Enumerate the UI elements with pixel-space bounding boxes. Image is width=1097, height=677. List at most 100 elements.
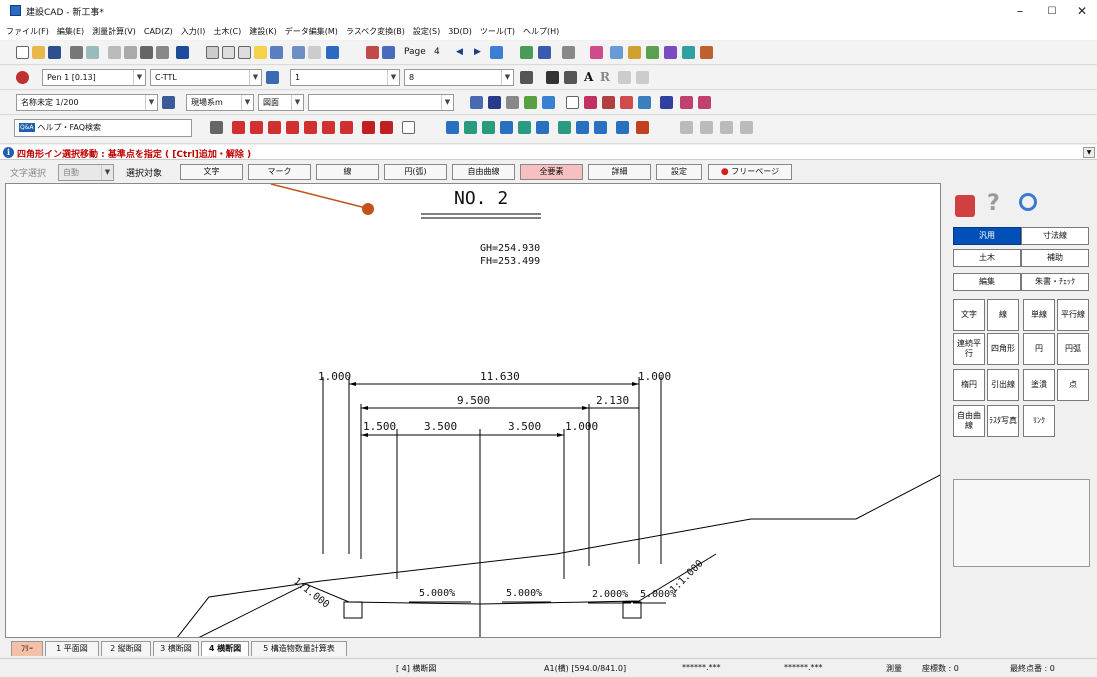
menu-construction[interactable]: 建設(K)	[249, 26, 277, 37]
tool-d-icon[interactable]	[646, 46, 659, 59]
zoom-all-icon[interactable]	[238, 46, 251, 59]
select-mode-dropdown[interactable]: 自動 ▼	[58, 164, 114, 181]
color-icon[interactable]	[16, 71, 29, 84]
mode-k-icon[interactable]	[636, 121, 649, 134]
page-list-icon[interactable]	[490, 46, 503, 59]
coordinate-system-select[interactable]: 現場系m ▼	[186, 94, 254, 111]
blank-select[interactable]: ▼	[308, 94, 454, 111]
tool-free-curve[interactable]: 自由曲線	[953, 405, 985, 437]
sheet-copy-icon[interactable]	[562, 46, 575, 59]
filter-detail-button[interactable]: 詳細	[588, 164, 651, 180]
mode-f-icon[interactable]	[536, 121, 549, 134]
menu-help[interactable]: ヘルプ(H)	[523, 26, 559, 37]
panel-tab-civil[interactable]: 土木	[953, 249, 1021, 267]
print-preview-icon[interactable]	[86, 46, 99, 59]
save-icon[interactable]	[48, 46, 61, 59]
snap-d-icon[interactable]	[268, 121, 281, 134]
cut-icon[interactable]	[108, 46, 121, 59]
tool-single-line[interactable]: 単線	[1023, 299, 1055, 331]
view-j-icon[interactable]	[660, 96, 673, 109]
copy-icon[interactable]	[124, 46, 137, 59]
paste-icon[interactable]	[140, 46, 153, 59]
layer-select[interactable]: C-TTL ▼	[150, 69, 262, 86]
next-page-icon[interactable]: ▶	[474, 47, 481, 57]
cursor-icon[interactable]	[402, 121, 415, 134]
linetype-select[interactable]: 1 ▼	[290, 69, 400, 86]
mode-g-icon[interactable]	[558, 121, 571, 134]
snap-a-icon[interactable]	[210, 121, 223, 134]
panel-tab-auxiliary[interactable]: 補助	[1021, 249, 1089, 267]
view-l-icon[interactable]	[698, 96, 711, 109]
menu-tools[interactable]: ツール(T)	[480, 26, 515, 37]
scale-manage-icon[interactable]	[162, 96, 175, 109]
snap-j-icon[interactable]	[380, 121, 393, 134]
text-style-icon[interactable]	[546, 71, 559, 84]
grid-icon[interactable]	[602, 96, 615, 109]
mode-m-icon[interactable]	[700, 121, 713, 134]
view-b-icon[interactable]	[488, 96, 501, 109]
tool-raster-photo[interactable]: ﾗｽﾀ写真	[987, 405, 1019, 437]
text-font-icon[interactable]	[564, 71, 577, 84]
mode-o-icon[interactable]	[740, 121, 753, 134]
tab-quantity[interactable]: 5 構造物数量計算表	[251, 641, 347, 656]
help-cursor-icon[interactable]	[176, 46, 189, 59]
panel-tab-redline[interactable]: 朱書・ﾁｪｯｸ	[1021, 273, 1089, 291]
menu-cad[interactable]: CAD(Z)	[144, 27, 173, 36]
bulb-icon[interactable]	[254, 46, 267, 59]
tool-fill[interactable]: 塗潰	[1023, 369, 1055, 401]
view-a-icon[interactable]	[470, 96, 483, 109]
snap-g-icon[interactable]	[322, 121, 335, 134]
sheet-icon[interactable]	[520, 46, 533, 59]
window-icon[interactable]	[382, 46, 395, 59]
filter-line-button[interactable]: 線	[316, 164, 379, 180]
scale-select[interactable]: 名称未定 1/200 ▼	[16, 94, 158, 111]
view-c-icon[interactable]	[506, 96, 519, 109]
filter-curve-button[interactable]: 自由曲線	[452, 164, 515, 180]
tool-b-icon[interactable]	[610, 46, 623, 59]
tool-f-icon[interactable]	[682, 46, 695, 59]
text-r-icon[interactable]: R	[600, 70, 610, 84]
panel-tab-general[interactable]: 汎用	[953, 227, 1021, 245]
panel-tab-edit[interactable]: 編集	[953, 273, 1021, 291]
tool-point[interactable]: 点	[1057, 369, 1089, 401]
view-select[interactable]: 図面 ▼	[258, 94, 304, 111]
filter-text-button[interactable]: 文字	[180, 164, 243, 180]
tool-line[interactable]: 線	[987, 299, 1019, 331]
drawing-canvas[interactable]: NO. 2 GH=254.930 FH=253.499 1.000 11.630…	[5, 183, 941, 638]
property-icon[interactable]	[366, 46, 379, 59]
tool-leader[interactable]: 引出線	[987, 369, 1019, 401]
mode-b-icon[interactable]	[464, 121, 477, 134]
mode-h-icon[interactable]	[576, 121, 589, 134]
view-g-icon[interactable]	[584, 96, 597, 109]
help-search-box[interactable]: Q&A ヘルプ・FAQ検索	[14, 119, 192, 137]
print-icon[interactable]	[70, 46, 83, 59]
redraw-icon[interactable]	[270, 46, 283, 59]
minimize-button[interactable]: –	[1004, 0, 1036, 22]
magnifier-icon[interactable]	[1019, 193, 1037, 211]
help-question-icon[interactable]: ?	[987, 191, 1000, 216]
zoom-icon[interactable]	[206, 46, 219, 59]
filter-all-button[interactable]: 全要素	[520, 164, 583, 180]
menu-raster-vector[interactable]: ラスベク変換(B)	[346, 26, 405, 37]
layer-manage-icon[interactable]	[266, 71, 279, 84]
snap-i-icon[interactable]	[362, 121, 375, 134]
mode-a-icon[interactable]	[446, 121, 459, 134]
lineweight-select[interactable]: 8 ▼	[404, 69, 514, 86]
tool-c-icon[interactable]	[628, 46, 641, 59]
sheet-setting-icon[interactable]	[538, 46, 551, 59]
freepage-button[interactable]: ● フリーページ	[708, 164, 792, 180]
view-k-icon[interactable]	[680, 96, 693, 109]
tool-a-icon[interactable]	[590, 46, 603, 59]
tab-plan[interactable]: 1 平面図	[45, 641, 99, 656]
view-i-icon[interactable]	[638, 96, 651, 109]
tool-rectangle[interactable]: 四角形	[987, 333, 1019, 365]
filter-mark-button[interactable]: マーク	[248, 164, 311, 180]
mode-n-icon[interactable]	[720, 121, 733, 134]
mode-d-icon[interactable]	[500, 121, 513, 134]
tool-arc[interactable]: 円弧	[1057, 333, 1089, 365]
new-file-icon[interactable]	[16, 46, 29, 59]
snap-e-icon[interactable]	[286, 121, 299, 134]
text-bold-icon[interactable]: A	[584, 70, 593, 84]
mode-e-icon[interactable]	[518, 121, 531, 134]
paste-special-icon[interactable]	[156, 46, 169, 59]
